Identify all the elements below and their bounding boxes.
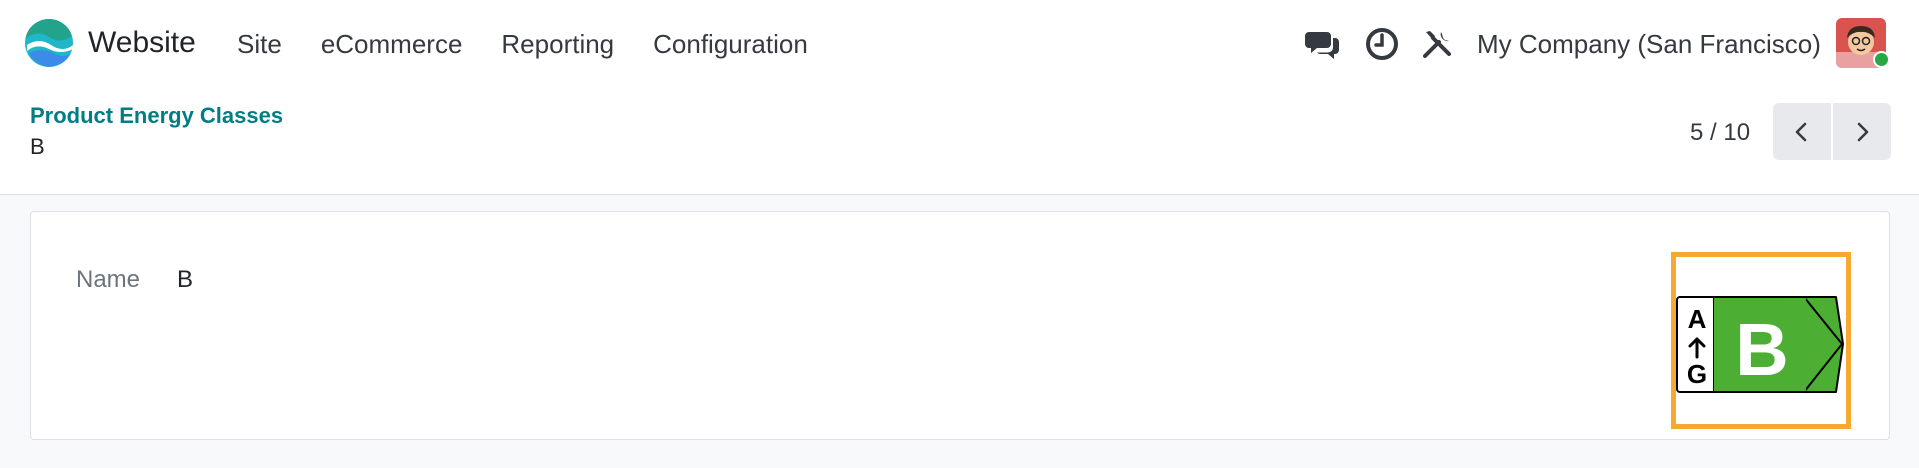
pager-previous-button[interactable] [1773, 103, 1831, 160]
presence-indicator [1873, 51, 1890, 68]
top-navbar: Website Site eCommerce Reporting Configu… [0, 0, 1919, 86]
main-menu: Site eCommerce Reporting Configuration [237, 29, 847, 60]
scale-top-label: A [1688, 304, 1707, 334]
pager-value[interactable]: 5 / 10 [1690, 119, 1750, 147]
breadcrumb-parent[interactable]: Product Energy Classes [30, 103, 283, 129]
tools-icon[interactable] [1419, 26, 1455, 62]
grade-letter: B [1735, 308, 1788, 391]
pager-next-button[interactable] [1833, 103, 1891, 160]
activity-clock-icon[interactable] [1364, 26, 1400, 62]
control-panel: Product Energy Classes B 5 / 10 [0, 86, 1919, 195]
menu-item-configuration[interactable]: Configuration [653, 29, 808, 60]
name-field[interactable]: B [177, 266, 193, 294]
menu-item-reporting[interactable]: Reporting [501, 29, 614, 60]
app-name[interactable]: Website [88, 26, 196, 60]
energy-label-image-field[interactable]: A G B [1671, 252, 1851, 429]
name-label: Name [76, 266, 141, 293]
website-app-logo[interactable] [25, 19, 73, 67]
menu-item-site[interactable]: Site [237, 29, 282, 60]
breadcrumb-current: B [30, 134, 45, 159]
form-sheet: Name B A G B [30, 211, 1890, 440]
discuss-icon[interactable] [1305, 26, 1341, 62]
chevron-right-icon [1857, 122, 1869, 141]
company-switcher[interactable]: My Company (San Francisco) [1477, 29, 1821, 60]
menu-item-ecommerce[interactable]: eCommerce [321, 29, 463, 60]
energy-label-image: A G B [1676, 296, 1844, 393]
scale-bottom-label: G [1687, 359, 1707, 389]
chevron-left-icon [1795, 122, 1807, 141]
